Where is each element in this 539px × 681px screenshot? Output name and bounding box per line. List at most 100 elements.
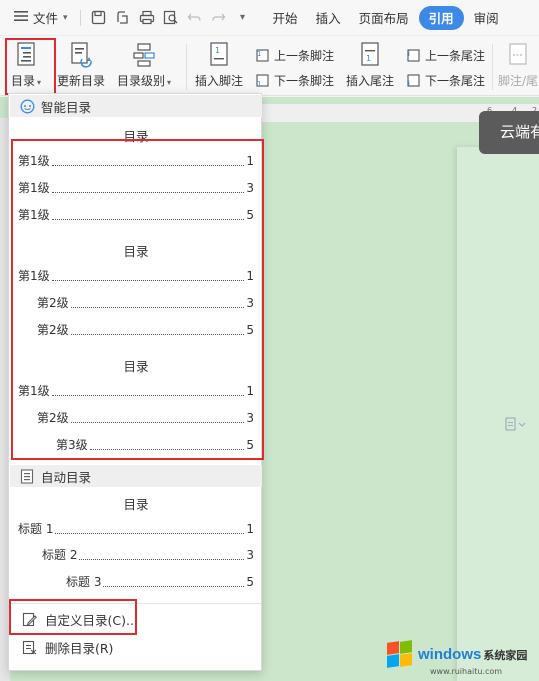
next-endnote-button[interactable]: i 下一条尾注 bbox=[405, 71, 485, 89]
insert-footnote-label: 插入脚注 bbox=[195, 74, 244, 88]
custom-toc-menu-item[interactable]: 自定义目录(C)... bbox=[10, 606, 262, 632]
watermark-brand: windows bbox=[418, 645, 482, 663]
footnote-separator-icon bbox=[505, 40, 531, 70]
toc-row-page: 1 bbox=[246, 269, 254, 283]
prev-footnote-button[interactable]: 1 上一条脚注 bbox=[254, 46, 334, 64]
toc-preview-row: 第3级 5 bbox=[56, 437, 254, 453]
tab-insert[interactable]: 插入 bbox=[310, 6, 347, 30]
toc-preview-row: 第1级 1 bbox=[18, 383, 254, 399]
ribbon: 目录 ▾ 更新目录 目录级别 ▾ 1 插入脚注 1 上一条脚注 1 下一条脚注 1 … bbox=[0, 36, 539, 96]
save-icon[interactable] bbox=[90, 9, 108, 27]
insert-endnote-icon: 1 bbox=[357, 40, 383, 70]
toc-preview-row: 第2级 3 bbox=[37, 295, 254, 311]
smart-toc-option-1[interactable]: 目录 第1级 1 第1级 3 第1级 5 bbox=[9, 124, 263, 228]
toc-row-page: 5 bbox=[246, 438, 254, 452]
prev-footnote-icon: 1 bbox=[254, 47, 270, 63]
prev-endnote-icon: i bbox=[405, 47, 421, 63]
toc-row-page: 3 bbox=[246, 548, 254, 562]
toc-preview-row: 标题 1 1 bbox=[18, 521, 254, 537]
print-preview-icon[interactable] bbox=[162, 9, 180, 27]
toc-row-leader bbox=[103, 586, 245, 587]
tab-page-layout[interactable]: 页面布局 bbox=[353, 6, 415, 30]
undo-icon[interactable] bbox=[186, 9, 204, 27]
file-menu-label: 文件 bbox=[33, 11, 59, 26]
toc-row-text: 第2级 bbox=[37, 296, 69, 310]
update-toc-icon bbox=[68, 40, 94, 70]
update-toc-button[interactable]: 更新目录 bbox=[57, 40, 105, 89]
auto-toc-header: 自动目录 bbox=[10, 465, 262, 487]
footnote-endnote-separator-button[interactable]: 脚注/尾 bbox=[498, 40, 538, 89]
toc-preview-title: 目录 bbox=[123, 497, 149, 512]
svg-text:1: 1 bbox=[257, 50, 261, 58]
toc-preview-row: 标题 3 5 bbox=[66, 574, 254, 590]
toc-row-leader bbox=[51, 280, 245, 281]
custom-toc-label: 自定义目录(C)... bbox=[45, 612, 138, 628]
ribbon-divider bbox=[492, 44, 493, 90]
menu-bar: 文件 ▾ ▾ 开始 插入 页面布局 引用 审阅 bbox=[0, 0, 539, 36]
insert-footnote-button[interactable]: 1 插入脚注 bbox=[195, 40, 243, 89]
prev-endnote-label: 上一条尾注 bbox=[425, 48, 486, 63]
auto-toc-option[interactable]: 目录 标题 1 1 标题 2 3 标题 3 5 bbox=[9, 492, 263, 596]
prev-endnote-button[interactable]: i 上一条尾注 bbox=[405, 46, 485, 64]
toc-level-button[interactable]: 目录级别 ▾ bbox=[117, 40, 171, 89]
tab-home-label: 开始 bbox=[272, 11, 298, 26]
cloud-tip-text: 云端有 bbox=[500, 123, 539, 141]
next-footnote-button[interactable]: 1 下一条脚注 bbox=[254, 71, 334, 89]
tab-review[interactable]: 审阅 bbox=[468, 6, 505, 30]
toc-row-leader bbox=[70, 334, 245, 335]
toc-row-page: 1 bbox=[246, 522, 254, 536]
svg-text:1: 1 bbox=[257, 80, 261, 88]
toc-row-leader bbox=[79, 559, 245, 560]
export-icon[interactable] bbox=[114, 9, 132, 27]
document-options-icon[interactable] bbox=[505, 417, 527, 431]
insert-endnote-button[interactable]: 1 插入尾注 bbox=[346, 40, 394, 89]
next-endnote-label: 下一条尾注 bbox=[425, 73, 486, 88]
toc-row-page: 5 bbox=[246, 323, 254, 337]
tab-references-label: 引用 bbox=[428, 11, 454, 26]
redo-icon[interactable] bbox=[210, 9, 228, 27]
file-menu[interactable]: 文件 ▾ bbox=[0, 6, 74, 30]
toc-level-icon bbox=[131, 40, 157, 70]
menubar-divider bbox=[79, 9, 81, 26]
toc-preview-row: 第1级 3 bbox=[18, 180, 254, 196]
smart-toc-icon bbox=[19, 98, 35, 114]
smart-toc-option-2[interactable]: 目录 第1级 1 第2级 3 第2级 5 bbox=[9, 239, 263, 343]
edit-document-icon bbox=[21, 611, 37, 627]
tab-references[interactable]: 引用 bbox=[418, 5, 464, 30]
document-page[interactable] bbox=[457, 147, 539, 681]
print-icon[interactable] bbox=[138, 9, 156, 27]
insert-endnote-label: 插入尾注 bbox=[346, 74, 395, 88]
toc-row-text: 第1级 bbox=[18, 154, 50, 168]
menu-divider bbox=[10, 603, 262, 604]
watermark-suffix: 系统家园 bbox=[483, 649, 528, 662]
toc-row-page: 5 bbox=[246, 575, 254, 589]
delete-document-icon bbox=[21, 639, 37, 655]
toc-row-page: 1 bbox=[246, 154, 254, 168]
footnote-endnote-label: 脚注/尾 bbox=[498, 74, 539, 88]
chevron-down-icon: ▾ bbox=[63, 12, 68, 23]
toc-row-leader bbox=[51, 165, 245, 166]
delete-toc-label: 删除目录(R) bbox=[45, 640, 114, 656]
hamburger-menu-icon bbox=[14, 10, 28, 25]
toc-row-text: 第1级 bbox=[18, 384, 50, 398]
cloud-tip[interactable]: 云端有 bbox=[479, 111, 539, 154]
toc-row-text: 第1级 bbox=[18, 181, 50, 195]
toc-row-page: 3 bbox=[246, 296, 254, 310]
toc-preview-title: 目录 bbox=[123, 359, 149, 374]
tab-home[interactable]: 开始 bbox=[267, 6, 304, 30]
smart-toc-header: 智能目录 bbox=[10, 95, 262, 117]
toc-row-page: 3 bbox=[246, 411, 254, 425]
toc-preview-row: 第1级 1 bbox=[18, 268, 254, 284]
more-chevron-icon[interactable]: ▾ bbox=[234, 9, 252, 27]
toc-preview-title: 目录 bbox=[123, 129, 149, 144]
toc-row-text: 第2级 bbox=[37, 411, 69, 425]
toc-preview-title: 目录 bbox=[123, 244, 149, 259]
watermark-url: www.ruihaitu.com bbox=[430, 667, 503, 676]
toc-dropdown-menu: 智能目录 目录 第1级 1 第1级 3 第1级 5 目录 第1级 1 第2级 3 第2级 5… bbox=[8, 93, 262, 671]
toc-level-label: 目录级别 bbox=[117, 74, 166, 88]
delete-toc-menu-item[interactable]: 删除目录(R) bbox=[10, 634, 262, 660]
svg-text:1: 1 bbox=[366, 54, 371, 63]
tab-review-label: 审阅 bbox=[473, 11, 499, 26]
smart-toc-option-3[interactable]: 目录 第1级 1 第2级 3 第3级 5 bbox=[9, 354, 263, 458]
toc-preview-row: 标题 2 3 bbox=[42, 547, 254, 563]
